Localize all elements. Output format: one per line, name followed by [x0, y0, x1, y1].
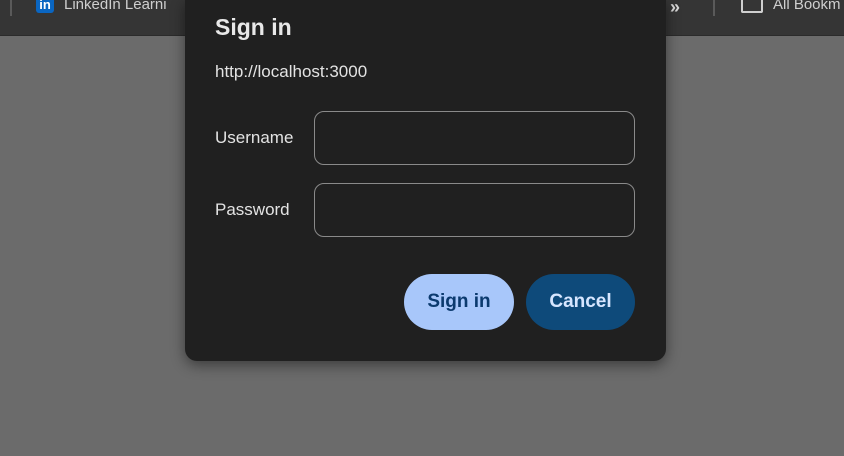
bookmark-linkedin-learning[interactable]: in LinkedIn Learni: [36, 0, 186, 16]
bookmark-all-bookmarks[interactable]: All Bookm: [741, 0, 844, 16]
bookmarks-overflow-chevron-icon[interactable]: »: [670, 0, 680, 16]
dialog-origin-url: http://localhost:3000: [215, 62, 368, 81]
password-field[interactable]: [314, 183, 635, 237]
bookmark-label: LinkedIn Learni: [64, 0, 167, 13]
username-field[interactable]: [314, 111, 635, 165]
bookmark-separator: [713, 0, 715, 16]
bookmark-separator: [10, 0, 12, 16]
dialog-title: Sign in: [215, 14, 292, 40]
sign-in-dialog: Sign in http://localhost:3000 Username P…: [185, 0, 666, 361]
sign-in-button[interactable]: Sign in: [404, 274, 514, 330]
bookmark-label: All Bookm: [773, 0, 841, 13]
username-label: Username: [215, 128, 294, 147]
linkedin-icon: in: [36, 0, 54, 13]
password-label: Password: [215, 200, 290, 219]
folder-icon: [741, 0, 763, 13]
cancel-button[interactable]: Cancel: [526, 274, 635, 330]
